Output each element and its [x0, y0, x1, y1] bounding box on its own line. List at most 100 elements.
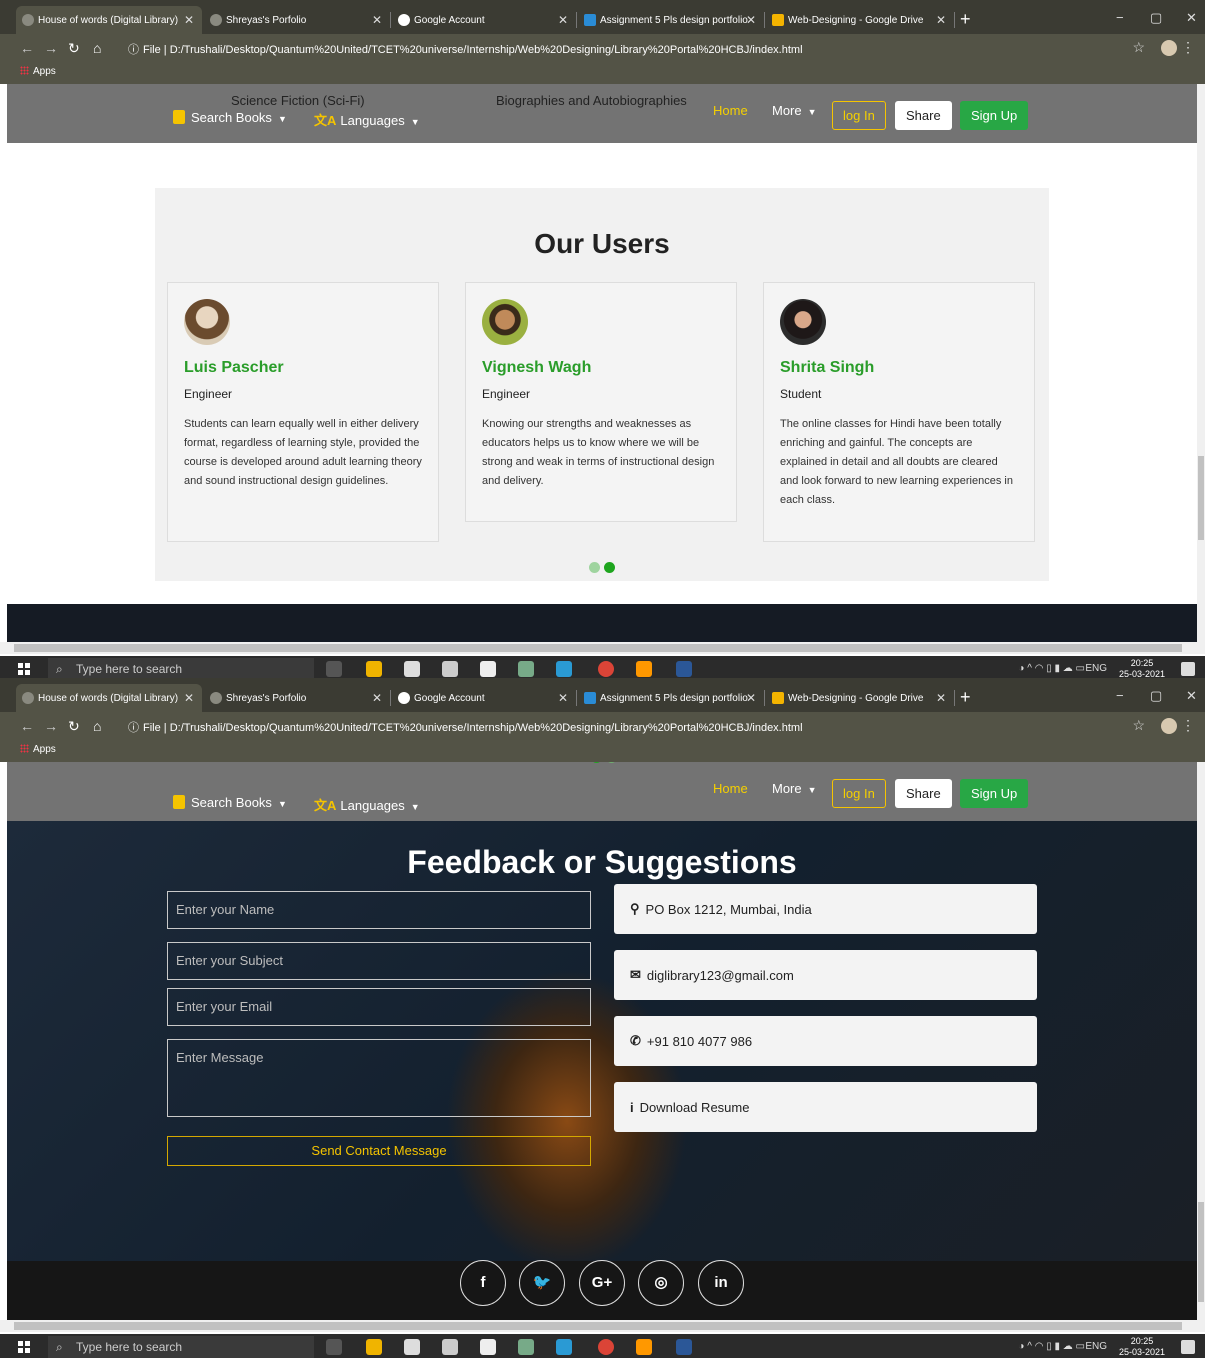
carousel-dot[interactable] [606, 762, 617, 763]
page-scrollbar[interactable] [1197, 84, 1205, 642]
apps-shortcut[interactable]: Apps [20, 744, 56, 755]
profile-avatar[interactable] [1161, 40, 1177, 56]
app-icon[interactable] [518, 661, 534, 677]
back-icon[interactable]: ← [20, 718, 34, 734]
maximize-button[interactable]: ▢ [1150, 10, 1162, 26]
reload-icon[interactable]: ↻ [68, 718, 80, 735]
back-icon[interactable]: ← [20, 40, 34, 56]
system-tray[interactable]: ◑ ^ ◠ ▯ ▮ ☁ ▭ [1018, 1341, 1085, 1352]
nav-more-menu[interactable]: More ▼ [772, 103, 817, 118]
carousel-dot-active[interactable] [591, 762, 602, 763]
close-tab-icon[interactable]: ✕ [746, 13, 756, 27]
tab-google-account[interactable]: Google Account ✕ [392, 684, 577, 712]
store-icon[interactable] [480, 1339, 496, 1355]
taskbar-search[interactable]: ⌕ Type here to search [48, 1336, 314, 1358]
dropdown-item-biographies[interactable]: Biographies and Autobiographies [496, 93, 687, 108]
url-field[interactable]: ⓘ File | D:/Trushali/Desktop/Quantum%20Un… [128, 719, 803, 735]
nav-more-menu[interactable]: More ▼ [772, 781, 817, 796]
subject-field[interactable]: Enter your Subject [167, 942, 591, 980]
close-tab-icon[interactable]: ✕ [372, 691, 382, 705]
dropbox-icon[interactable] [442, 661, 458, 677]
notification-icon[interactable] [1181, 1340, 1195, 1354]
share-button[interactable]: Share [895, 779, 952, 808]
carousel-dot[interactable] [589, 562, 600, 573]
language-indicator[interactable]: ENG [1085, 663, 1107, 674]
dropdown-item-scifi[interactable]: Science Fiction (Sci-Fi) [231, 93, 365, 108]
home-icon[interactable]: ⌂ [93, 40, 101, 56]
message-field[interactable]: Enter Message [167, 1039, 591, 1117]
forward-icon[interactable]: → [44, 40, 58, 56]
forward-icon[interactable]: → [44, 718, 58, 734]
menu-kebab-icon[interactable]: ⋮ [1181, 39, 1195, 56]
app-icon[interactable] [404, 661, 420, 677]
share-button[interactable]: Share [895, 101, 952, 130]
scrollbar-thumb[interactable] [1198, 456, 1204, 540]
profile-avatar[interactable] [1161, 718, 1177, 734]
login-button[interactable]: log In [832, 101, 886, 130]
bookmark-star-icon[interactable]: ☆ [1132, 717, 1145, 734]
tab-assignment-5[interactable]: Assignment 5 Pls design portfolio ✕ [578, 6, 765, 34]
edge-icon[interactable] [556, 1339, 572, 1355]
scrollbar-thumb[interactable] [14, 644, 1182, 652]
system-tray[interactable]: ◑ ^ ◠ ▯ ▮ ☁ ▭ [1018, 663, 1085, 674]
close-tab-icon[interactable]: ✕ [936, 13, 946, 27]
tab-google-drive[interactable]: Web-Designing - Google Drive ✕ [766, 684, 955, 712]
nav-home-link[interactable]: Home [713, 781, 748, 796]
close-tab-icon[interactable]: ✕ [372, 13, 382, 27]
close-tab-icon[interactable]: ✕ [558, 691, 568, 705]
windows-start-icon[interactable] [18, 663, 30, 675]
maximize-button[interactable]: ▢ [1150, 688, 1162, 704]
sublime-icon[interactable] [636, 661, 652, 677]
home-icon[interactable]: ⌂ [93, 718, 101, 734]
task-view-icon[interactable] [326, 1339, 342, 1355]
languages-menu[interactable]: 文A Languages ▼ [314, 795, 420, 814]
minimize-button[interactable]: − [1116, 10, 1124, 25]
nav-home-link[interactable]: Home [713, 103, 748, 118]
download-resume-card[interactable]: i Download Resume [614, 1082, 1037, 1132]
close-tab-icon[interactable]: ✕ [184, 691, 194, 705]
file-explorer-icon[interactable] [366, 1339, 382, 1355]
app-icon[interactable] [518, 1339, 534, 1355]
close-window-button[interactable]: ✕ [1186, 688, 1197, 704]
login-button[interactable]: log In [832, 779, 886, 808]
url-field[interactable]: ⓘ File | D:/Trushali/Desktop/Quantum%20Un… [128, 41, 803, 57]
chrome-icon[interactable] [598, 1339, 614, 1355]
clock[interactable]: 20:25 25-03-2021 [1119, 1336, 1165, 1358]
word-icon[interactable] [676, 661, 692, 677]
menu-kebab-icon[interactable]: ⋮ [1181, 717, 1195, 734]
email-field[interactable]: Enter your Email [167, 988, 591, 1026]
close-tab-icon[interactable]: ✕ [558, 13, 568, 27]
tab-assignment-5[interactable]: Assignment 5 Pls design portfolio ✕ [578, 684, 765, 712]
bookmark-star-icon[interactable]: ☆ [1132, 39, 1145, 56]
google-plus-icon[interactable]: G+ [579, 1260, 625, 1306]
edge-icon[interactable] [556, 661, 572, 677]
page-scrollbar[interactable] [1197, 762, 1205, 1320]
send-message-button[interactable]: Send Contact Message [167, 1136, 591, 1166]
tab-google-drive[interactable]: Web-Designing - Google Drive ✕ [766, 6, 955, 34]
instagram-icon[interactable]: ◎ [638, 1260, 684, 1306]
signup-button[interactable]: Sign Up [960, 101, 1029, 130]
scrollbar-thumb[interactable] [14, 1322, 1182, 1330]
linkedin-icon[interactable]: in [698, 1260, 744, 1306]
dropbox-icon[interactable] [442, 1339, 458, 1355]
scrollbar-thumb[interactable] [1198, 1202, 1204, 1302]
carousel-dot-active[interactable] [604, 562, 615, 573]
word-icon[interactable] [676, 1339, 692, 1355]
signup-button[interactable]: Sign Up [960, 779, 1029, 808]
new-tab-button[interactable]: + [960, 687, 971, 708]
app-icon[interactable] [404, 1339, 420, 1355]
sublime-icon[interactable] [636, 1339, 652, 1355]
notification-icon[interactable] [1181, 662, 1195, 676]
close-tab-icon[interactable]: ✕ [936, 691, 946, 705]
reload-icon[interactable]: ↻ [68, 40, 80, 57]
name-field[interactable]: Enter your Name [167, 891, 591, 929]
minimize-button[interactable]: − [1116, 688, 1124, 703]
task-view-icon[interactable] [326, 661, 342, 677]
file-explorer-icon[interactable] [366, 661, 382, 677]
language-indicator[interactable]: ENG [1085, 1341, 1107, 1352]
chrome-icon[interactable] [598, 661, 614, 677]
close-window-button[interactable]: ✕ [1186, 10, 1197, 26]
close-tab-icon[interactable]: ✕ [184, 13, 194, 27]
tab-shreyas-portfolio[interactable]: Shreyas's Porfolio ✕ [204, 684, 391, 712]
twitter-icon[interactable]: 🐦 [519, 1260, 565, 1306]
